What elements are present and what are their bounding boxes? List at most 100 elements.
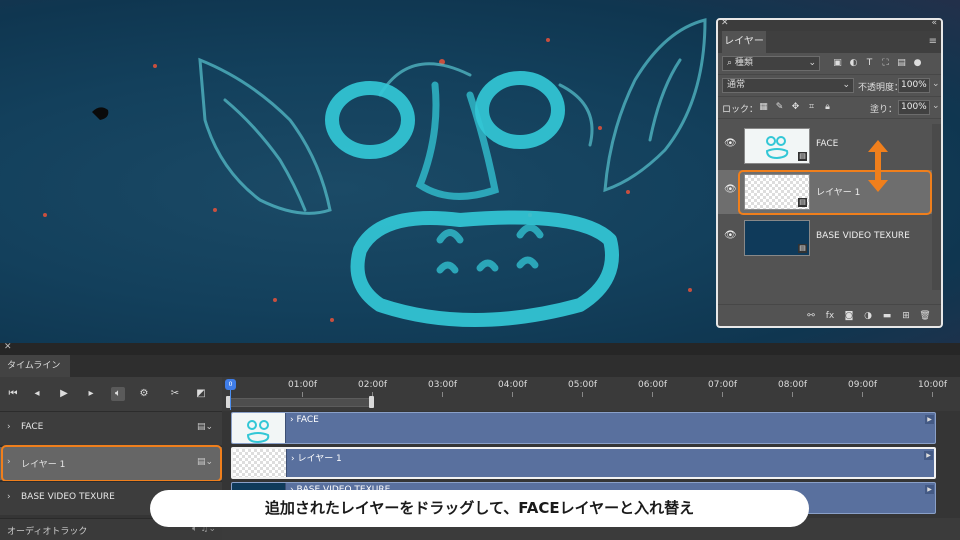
chevron-down-icon[interactable]: ⌄ xyxy=(932,79,940,89)
ruler-tick xyxy=(302,392,303,397)
transition-icon[interactable]: ◩ xyxy=(194,387,208,401)
layer-filter-select[interactable]: ⌕ 種類 ⌄ xyxy=(722,56,820,71)
blend-row: 通常 ⌄ 不透明度： 100% ⌄ xyxy=(718,75,941,97)
clip-thumbnail xyxy=(232,413,286,443)
next-frame-icon[interactable]: ▸ xyxy=(84,387,98,401)
filter-toggle-icon[interactable]: ● xyxy=(912,57,923,69)
track-row-face[interactable]: › FACE ▤⌄ xyxy=(0,411,222,445)
blend-mode-select[interactable]: 通常 ⌄ xyxy=(722,78,854,93)
lock-all-icon[interactable]: 🔒︎ xyxy=(822,101,833,113)
folder-icon[interactable]: ▬ xyxy=(881,310,893,322)
type-filter-icon[interactable]: T xyxy=(864,57,875,69)
mask-icon[interactable]: ◙ xyxy=(843,310,855,322)
ruler-tick xyxy=(582,392,583,397)
collapse-icon[interactable]: « xyxy=(931,20,937,28)
instruction-caption: 追加されたレイヤーをドラッグして、FACEレイヤーと入れ替え xyxy=(150,490,809,527)
eye-icon[interactable]: 👁︎ xyxy=(724,231,737,241)
work-area-bar[interactable] xyxy=(228,398,374,407)
photoshop-window: ✕ « レイヤー ≡ ⌕ 種類 ⌄ ▣ ◐ T ⛶ ▤ ● 通常 ⌄ 不透明度：… xyxy=(0,0,960,540)
video-layer-badge: ▤ xyxy=(798,152,807,161)
film-icon[interactable]: ▤⌄ xyxy=(197,422,213,432)
layer-filter-label: 種類 xyxy=(734,58,753,68)
clip-end-icon[interactable]: ▶ xyxy=(925,485,934,494)
ruler-label: 03:00f xyxy=(428,380,458,390)
lock-row: ロック： ▦ ✎ ✥ ⌗ 🔒︎ 塗り： 100% ⌄ xyxy=(718,97,941,119)
ruler-label: 09:00f xyxy=(848,380,878,390)
tab-timeline[interactable]: タイムライン xyxy=(0,355,70,377)
adjustment-filter-icon[interactable]: ◐ xyxy=(848,57,859,69)
first-frame-icon[interactable]: ⏮ xyxy=(6,387,20,401)
chevron-right-icon[interactable]: › xyxy=(7,422,11,432)
split-icon[interactable]: ✂ xyxy=(168,387,182,401)
playhead-line xyxy=(230,390,231,410)
layer-name: FACE xyxy=(816,139,839,149)
settings-icon[interactable]: ⚙ xyxy=(137,387,151,401)
chevron-down-icon: ⌄ xyxy=(808,58,816,68)
tab-layers[interactable]: レイヤー xyxy=(722,31,766,53)
play-icon[interactable]: ▶ xyxy=(57,387,71,401)
ruler-tick xyxy=(862,392,863,397)
audio-track-label: オーディオトラック xyxy=(7,527,88,537)
fill-label: 塗り： xyxy=(870,105,898,115)
link-icon[interactable]: ⚯ xyxy=(805,310,817,322)
search-icon: ⌕ xyxy=(727,58,733,68)
panel-titlebar: ✕ « xyxy=(718,20,941,31)
opacity-input[interactable]: 100% xyxy=(898,78,930,93)
layer-row-face[interactable]: 👁︎ ▤ FACE xyxy=(718,124,932,168)
ruler-label: 05:00f xyxy=(568,380,598,390)
lock-icons: ▦ ✎ ✥ ⌗ 🔒︎ xyxy=(758,101,833,113)
timeline-titlebar: ✕ xyxy=(0,342,960,355)
clip-end-icon[interactable]: ▶ xyxy=(924,451,933,460)
ruler-label: 10:00f xyxy=(918,380,948,390)
pixel-filter-icon[interactable]: ▣ xyxy=(832,57,843,69)
filter-icons: ▣ ◐ T ⛶ ▤ ● xyxy=(832,57,923,69)
close-icon[interactable]: ✕ xyxy=(4,342,12,352)
video-layer-badge: ▤ xyxy=(798,244,807,253)
filter-row: ⌕ 種類 ⌄ ▣ ◐ T ⛶ ▤ ● xyxy=(718,53,941,75)
audio-icon[interactable]: 🔈︎ xyxy=(111,387,125,401)
clip-label-text: FACE xyxy=(296,415,319,425)
panel-tabbar: レイヤー ≡ xyxy=(718,31,941,53)
clip-label-text: レイヤー 1 xyxy=(297,454,342,464)
lock-artboard-icon[interactable]: ⌗ xyxy=(806,101,817,113)
playhead[interactable]: 0 xyxy=(225,379,236,390)
track-name: BASE VIDEO TEXURE xyxy=(21,492,115,502)
time-ruler[interactable]: 01:00f 02:00f 03:00f 04:00f 05:00f 06:00… xyxy=(222,377,960,411)
chevron-down-icon: ⌄ xyxy=(842,80,850,90)
blend-mode-value: 通常 xyxy=(727,80,746,90)
adjustment-icon[interactable]: ◑ xyxy=(862,310,874,322)
playback-controls: ⏮ ◂ ▶ ▸ 🔈︎ ⚙ ✂ ◩ xyxy=(0,377,222,411)
ruler-tick xyxy=(722,392,723,397)
ruler-label: 04:00f xyxy=(498,380,528,390)
ruler-label: 01:00f xyxy=(288,380,318,390)
layer-thumbnail: ▤ xyxy=(744,220,810,256)
clip-label: › レイヤー 1 xyxy=(291,454,342,464)
clip-face-thumbnail xyxy=(246,420,270,443)
smart-object-filter-icon[interactable]: ▤ xyxy=(896,57,907,69)
lock-transparency-icon[interactable]: ▦ xyxy=(758,101,769,113)
double-arrow-icon xyxy=(868,140,888,192)
close-icon[interactable]: ✕ xyxy=(721,20,729,28)
new-layer-icon[interactable]: ⊞ xyxy=(900,310,912,322)
eye-icon[interactable]: 👁︎ xyxy=(724,139,737,149)
clip-face[interactable]: › FACE ▶ xyxy=(231,412,936,444)
chevron-right-icon[interactable]: › xyxy=(7,492,11,502)
layers-bottom-toolbar: ⚯ fx ◙ ◑ ▬ ⊞ 🗑︎ xyxy=(718,304,941,326)
clip-layer1[interactable]: › レイヤー 1 ▶ xyxy=(231,447,936,479)
lock-image-icon[interactable]: ✎ xyxy=(774,101,785,113)
trash-icon[interactable]: 🗑︎ xyxy=(919,310,931,322)
eye-icon[interactable]: 👁︎ xyxy=(724,185,737,195)
fill-input[interactable]: 100% xyxy=(898,100,930,115)
work-area-end-handle[interactable] xyxy=(369,396,374,408)
previous-frame-icon[interactable]: ◂ xyxy=(30,387,44,401)
shape-filter-icon[interactable]: ⛶ xyxy=(880,57,891,69)
lock-position-icon[interactable]: ✥ xyxy=(790,101,801,113)
layer-row-base-video[interactable]: 👁︎ ▤ BASE VIDEO TEXURE xyxy=(718,216,932,260)
opacity-label: 不透明度： xyxy=(858,83,904,93)
panel-menu-icon[interactable]: ≡ xyxy=(929,36,937,47)
chevron-down-icon[interactable]: ⌄ xyxy=(932,101,940,111)
track-name: FACE xyxy=(21,422,44,432)
clip-end-icon[interactable]: ▶ xyxy=(925,415,934,424)
layers-scrollbar[interactable] xyxy=(932,124,941,290)
fx-icon[interactable]: fx xyxy=(824,310,836,322)
